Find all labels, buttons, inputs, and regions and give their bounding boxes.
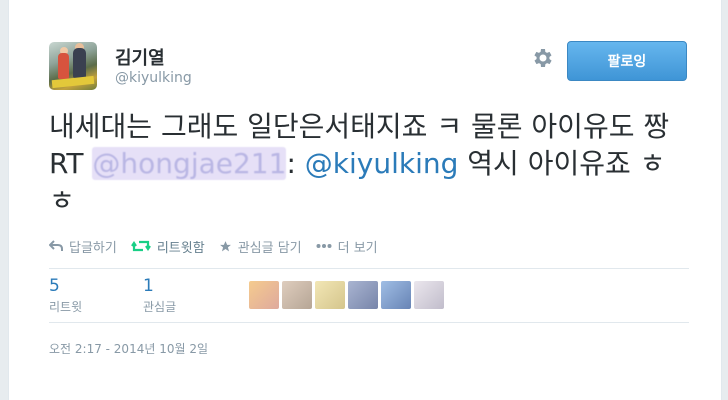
favorite-stat-label: 관심글 [143, 300, 177, 314]
user-avatar-thumb[interactable] [348, 281, 378, 309]
retweet-stat-label: 리트윗 [49, 300, 83, 314]
retweet-icon [130, 240, 151, 252]
favorite-stat[interactable]: 1 관심글 [143, 276, 176, 315]
retweet-stat[interactable]: 5 리트윗 [49, 276, 82, 315]
mention-link-kiyulking[interactable]: @kiyulking [305, 147, 459, 180]
retweet-count: 5 [49, 276, 60, 296]
avatar-figure [73, 48, 86, 78]
user-handle[interactable]: @kiyulking [115, 70, 192, 86]
retweet-action[interactable]: 리트윗함 [130, 237, 205, 256]
tweet-timestamp[interactable]: 오전 2:17 - 2014년 10월 2일 [49, 340, 208, 357]
favorite-label: 관심글 담기 [237, 240, 302, 256]
user-avatar-thumb[interactable] [414, 281, 444, 309]
more-label: 더 보기 [337, 240, 378, 256]
retweeter-avatars [249, 281, 447, 309]
user-avatar-thumb[interactable] [249, 281, 279, 309]
user-display-name[interactable]: 김기열 [115, 44, 165, 70]
reply-icon [49, 240, 63, 251]
avatar-figure [58, 53, 69, 79]
star-icon [219, 240, 231, 251]
user-avatar-thumb[interactable] [381, 281, 411, 309]
divider [49, 268, 689, 269]
divider [49, 322, 689, 323]
tweet-text: 내세대는 그래도 일단은서태지죠 ㅋ 물론 아이유도 짱 RT @hongjae… [49, 108, 689, 219]
gear-icon[interactable] [531, 46, 555, 70]
tweet-actions: 답글하기 리트윗함 관심글 담기 더 보기 [49, 236, 392, 256]
following-button[interactable]: 팔로잉 [567, 41, 687, 81]
favorite-action[interactable]: 관심글 담기 [219, 237, 302, 256]
more-action[interactable]: 더 보기 [316, 237, 378, 256]
mention-link-hongjae211[interactable]: @hongjae211 [92, 147, 287, 180]
more-dots-icon [316, 244, 332, 248]
reply-label: 답글하기 [69, 240, 117, 256]
tweet-card: 김기열 @kiyulking 팔로잉 내세대는 그래도 일단은서태지죠 ㅋ 물론… [8, 0, 722, 400]
user-avatar-thumb[interactable] [315, 281, 345, 309]
user-avatar-thumb[interactable] [282, 281, 312, 309]
avatar[interactable] [49, 42, 97, 90]
retweet-label: 리트윗함 [156, 240, 205, 256]
favorite-count: 1 [143, 276, 154, 296]
tweet-text-segment: : [286, 147, 305, 180]
reply-action[interactable]: 답글하기 [49, 237, 117, 256]
